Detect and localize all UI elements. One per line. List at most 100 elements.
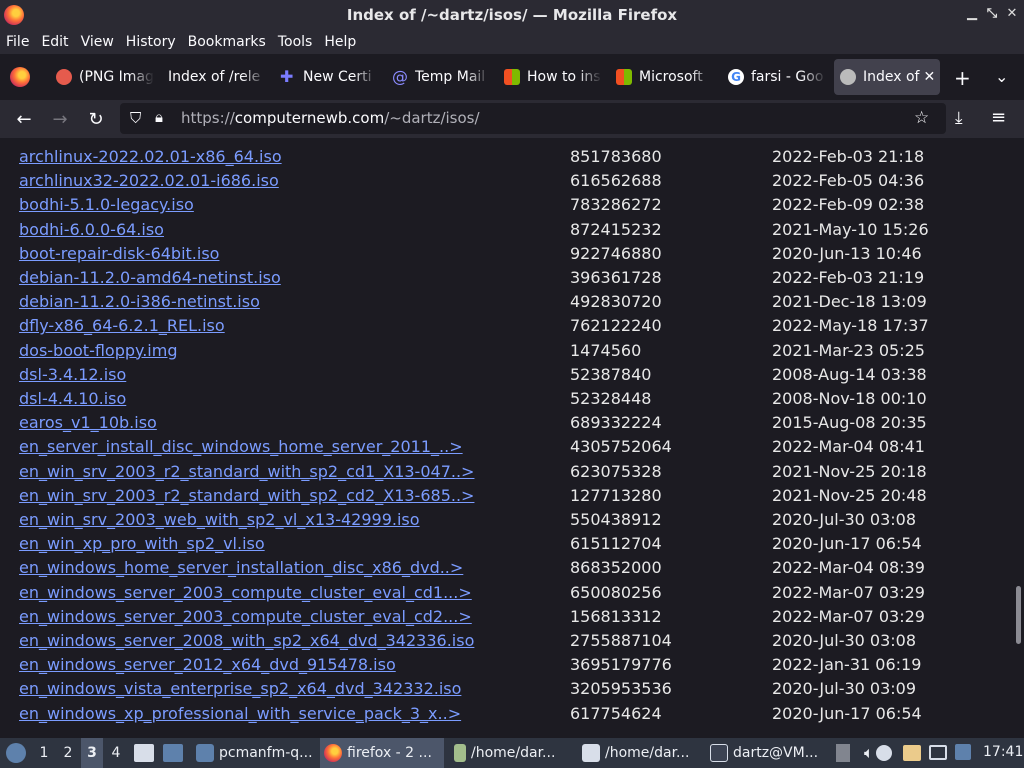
table-row: boot-repair-disk-64bit.iso 922746880 2020-… xyxy=(19,244,1009,268)
table-row: en_windows_server_2003_compute_cluster_e… xyxy=(19,607,1009,631)
window-titlebar[interactable]: Index of /~dartz/isos/ — Mozilla Firefox… xyxy=(0,0,1024,30)
file-link[interactable]: bodhi-6.0.0-64.iso xyxy=(19,220,164,239)
tab-how-to-install[interactable]: How to ins xyxy=(498,59,602,95)
file-link[interactable]: earos_v1_10b.iso xyxy=(19,413,157,432)
tab-index-of-active[interactable]: Index of ✕ xyxy=(834,59,940,95)
file-link[interactable]: en_win_srv_2003_r2_standard_with_sp2_cd1… xyxy=(19,462,474,481)
text-editor-icon xyxy=(454,744,466,762)
google-icon: G xyxy=(728,69,744,85)
table-row: en_win_srv_2003_r2_standard_with_sp2_cd1… xyxy=(19,462,1009,486)
table-row: en_win_srv_2003_r2_standard_with_sp2_cd2… xyxy=(19,486,1009,510)
start-menu-icon[interactable] xyxy=(6,743,26,763)
file-link[interactable]: archlinux-2022.02.01-x86_64.iso xyxy=(19,147,282,166)
menu-file[interactable]: File xyxy=(6,34,29,50)
file-size: 623075328 xyxy=(570,461,662,481)
file-link[interactable]: en_windows_home_server_installation_disc… xyxy=(19,558,463,577)
file-date: 2020-Jun-13 10:46 xyxy=(772,243,922,263)
download-icon[interactable]: ⤓ xyxy=(955,108,963,128)
file-date: 2022-May-18 17:37 xyxy=(772,316,929,336)
lock-icon[interactable]: 🔒︎ xyxy=(155,108,163,126)
desktop-launcher-icon[interactable] xyxy=(163,744,183,762)
menu-bookmarks[interactable]: Bookmarks xyxy=(188,34,266,50)
file-link[interactable]: en_windows_vista_enterprise_sp2_x64_dvd_… xyxy=(19,679,461,698)
menu-view[interactable]: View xyxy=(81,34,114,50)
volume-icon[interactable]: 🔈︎ xyxy=(864,743,874,763)
hamburger-menu-icon[interactable]: ≡ xyxy=(991,107,1006,128)
tab-index-releases[interactable]: Index of /rele xyxy=(162,59,266,95)
menu-help[interactable]: Help xyxy=(324,34,356,50)
file-size: 615112704 xyxy=(570,534,662,554)
task-text-editor[interactable]: /home/dar... xyxy=(450,738,574,768)
reload-icon[interactable]: ↻ xyxy=(84,109,108,130)
tray-placeholder-icon[interactable] xyxy=(836,744,850,762)
table-row: archlinux32-2022.02.01-i686.iso 616562688… xyxy=(19,171,1009,195)
file-link[interactable]: boot-repair-disk-64bit.iso xyxy=(19,244,219,263)
file-link[interactable]: en_windows_server_2003_compute_cluster_e… xyxy=(19,607,472,626)
file-size: 922746880 xyxy=(570,243,662,263)
file-link[interactable]: en_win_srv_2003_r2_standard_with_sp2_cd2… xyxy=(19,486,474,505)
file-date: 2021-May-10 15:26 xyxy=(772,219,929,239)
file-link[interactable]: dfly-x86_64-6.2.1_REL.iso xyxy=(19,316,225,335)
tab-new-certificate[interactable]: ✚ New Certi xyxy=(274,59,378,95)
table-row xyxy=(19,138,1009,144)
file-manager-launcher-icon[interactable] xyxy=(134,744,154,762)
clipboard-icon[interactable] xyxy=(903,745,921,761)
firefox-view-icon[interactable] xyxy=(10,67,30,87)
file-size: 689332224 xyxy=(570,413,662,433)
file-link[interactable]: dsl-3.4.12.iso xyxy=(19,365,126,384)
file-link[interactable]: debian-11.2.0-i386-netinst.iso xyxy=(19,292,260,311)
file-size: 2755887104 xyxy=(570,631,672,650)
menu-history[interactable]: History xyxy=(126,34,176,50)
screen-icon[interactable] xyxy=(929,745,947,760)
task-terminal[interactable]: dartz@VM... xyxy=(706,738,830,768)
workspace-3[interactable]: 3 xyxy=(81,738,103,768)
file-link[interactable]: en_windows_xp_professional_with_service_… xyxy=(19,704,461,723)
file-date: 2022-Mar-04 08:41 xyxy=(772,437,925,457)
file-link[interactable]: en_windows_server_2012_x64_dvd_915478.is… xyxy=(19,655,396,674)
clock[interactable]: 17:41 xyxy=(983,744,1023,760)
file-link[interactable]: en_win_xp_pro_with_sp2_vl.iso xyxy=(19,534,265,553)
network-status-icon[interactable] xyxy=(876,745,892,761)
back-icon[interactable]: ← xyxy=(12,109,36,130)
scrollbar[interactable] xyxy=(1016,586,1021,644)
bookmark-star-icon[interactable]: ☆ xyxy=(914,108,929,128)
table-row: debian-11.2.0-amd64-netinst.iso 396361728… xyxy=(19,268,1009,292)
file-size: 492830720 xyxy=(570,292,662,312)
minimize-icon[interactable]: ▁ xyxy=(964,5,980,23)
close-tab-icon[interactable]: ✕ xyxy=(924,69,936,85)
file-link[interactable]: dos-boot-floppy.img xyxy=(19,341,177,360)
restore-icon[interactable]: ⤡ xyxy=(984,5,1000,23)
tab-farsi-google[interactable]: G farsi - Goo xyxy=(722,59,826,95)
new-tab-icon[interactable]: + xyxy=(954,66,971,90)
shield-icon[interactable]: ⛉ xyxy=(130,109,141,127)
file-link[interactable]: en_server_install_disc_windows_home_serv… xyxy=(19,437,463,456)
url-text[interactable]: https://computernewb.com/~dartz/isos/ xyxy=(181,109,480,127)
file-link[interactable]: debian-11.2.0-amd64-netinst.iso xyxy=(19,268,281,287)
forward-icon[interactable]: → xyxy=(48,109,72,130)
tab-microsoft[interactable]: Microsoft xyxy=(610,59,714,95)
file-link[interactable]: dsl-4.4.10.iso xyxy=(19,389,126,408)
workspace-2[interactable]: 2 xyxy=(57,738,79,768)
workspace-1[interactable]: 1 xyxy=(33,738,55,768)
table-row: bodhi-6.0.0-64.iso 872415232 2021-May-10 1… xyxy=(19,220,1009,244)
table-row: en_windows_home_server_installation_disc… xyxy=(19,558,1009,582)
file-date: 2021-Nov-25 20:48 xyxy=(772,485,927,505)
menu-tools[interactable]: Tools xyxy=(278,34,313,50)
file-link[interactable]: archlinux32-2022.02.01-i686.iso xyxy=(19,171,279,190)
task-pen-editor[interactable]: /home/dar... xyxy=(578,738,702,768)
bluetooth-icon[interactable] xyxy=(955,744,971,760)
file-size: 616562688 xyxy=(570,171,662,191)
tab-temp-mail[interactable]: @ Temp Mail xyxy=(386,59,490,95)
file-link[interactable]: en_windows_server_2003_compute_cluster_e… xyxy=(19,583,472,602)
file-link[interactable]: bodhi-5.1.0-legacy.iso xyxy=(19,195,194,214)
tab-png-image[interactable]: (PNG Imag xyxy=(50,59,154,95)
file-size: 396361728 xyxy=(570,268,662,287)
task-pcmanfm[interactable]: pcmanfm-q... xyxy=(192,738,318,768)
file-link[interactable]: en_windows_server_2008_with_sp2_x64_dvd_… xyxy=(19,631,474,650)
close-window-icon[interactable]: ✕ xyxy=(1004,5,1020,23)
menu-edit[interactable]: Edit xyxy=(41,34,68,50)
task-firefox[interactable]: firefox - 2 ... xyxy=(320,738,444,768)
workspace-4[interactable]: 4 xyxy=(105,738,127,768)
file-link[interactable]: en_win_srv_2003_web_with_sp2_vl_x13-4299… xyxy=(19,510,420,529)
chevron-down-icon[interactable]: ⌄ xyxy=(995,67,1008,86)
